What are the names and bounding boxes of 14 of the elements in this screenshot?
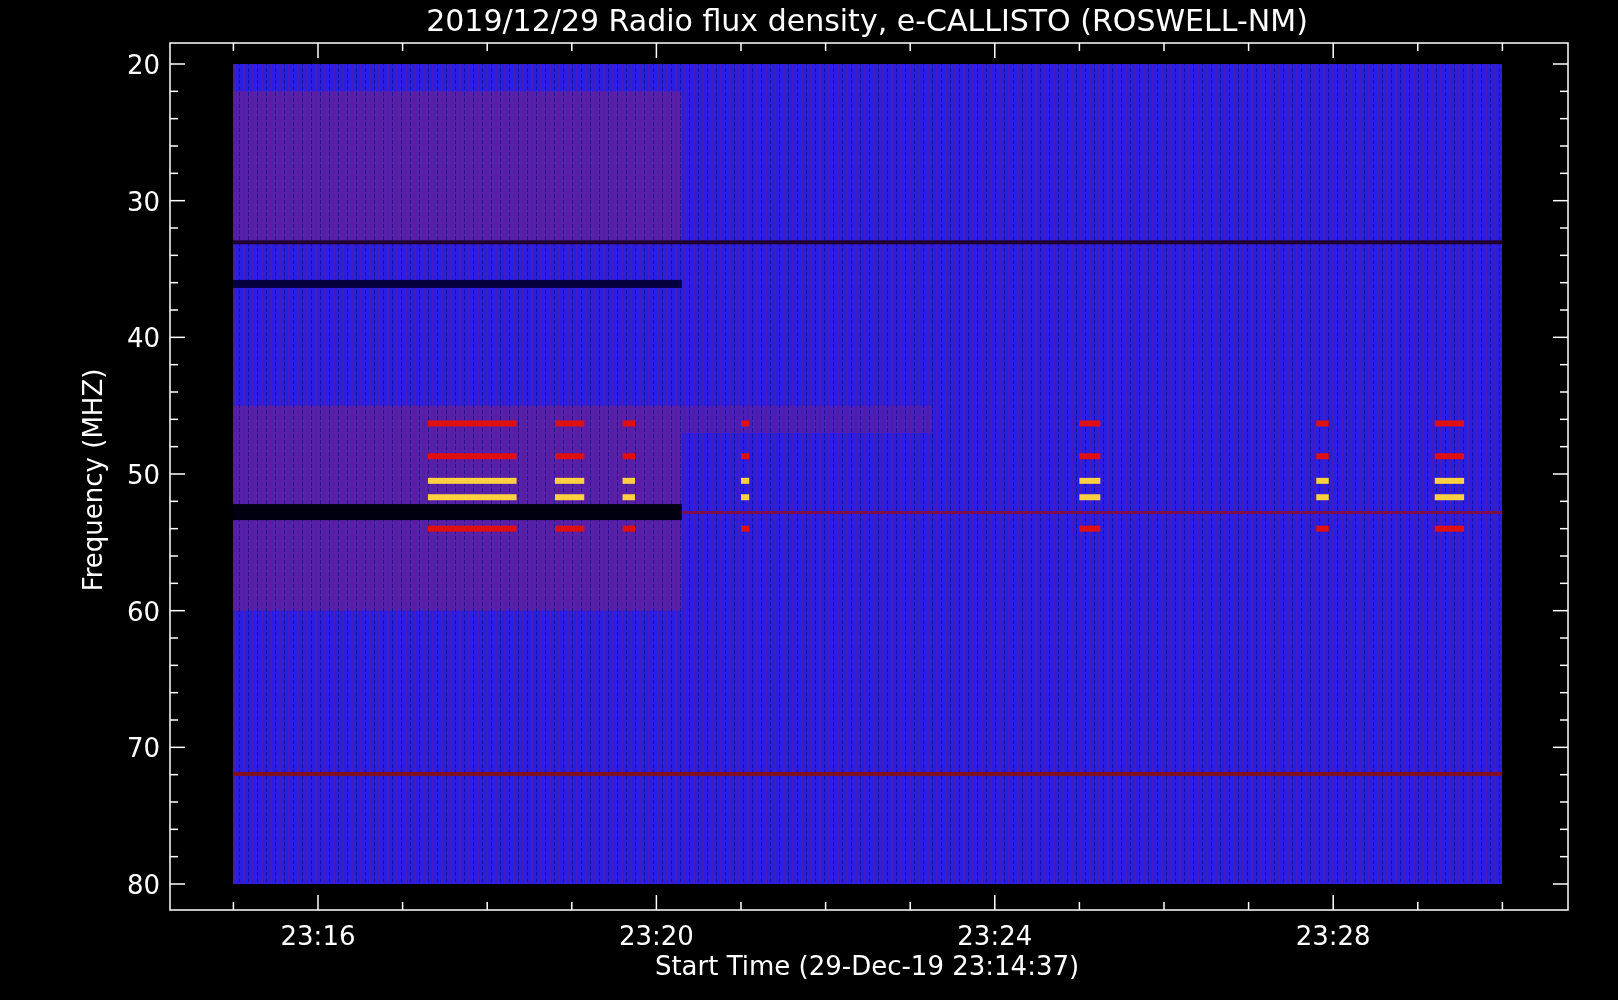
x-tick-label: 23:24 <box>957 921 1033 951</box>
chart-title: 2019/12/29 Radio flux density, e-CALLISTO (ROSWELL-NM) <box>426 3 1308 38</box>
y-tick-label: 60 <box>126 596 160 627</box>
x-tick-label: 23:20 <box>618 921 694 951</box>
y-tick-label: 40 <box>126 323 160 354</box>
y-tick-label: 50 <box>126 460 160 490</box>
y-tick-label: 70 <box>126 733 160 764</box>
y-axis-label: Frequency (MHZ) <box>78 368 108 592</box>
x-tick-label: 23:16 <box>280 921 356 951</box>
y-tick-label: 20 <box>126 50 160 80</box>
y-tick-label: 80 <box>126 870 160 900</box>
x-axis-label: Start Time (29-Dec-19 23:14:37) <box>654 951 1080 981</box>
y-tick-label: 30 <box>126 186 160 217</box>
x-tick-label: 23:28 <box>1295 921 1371 951</box>
